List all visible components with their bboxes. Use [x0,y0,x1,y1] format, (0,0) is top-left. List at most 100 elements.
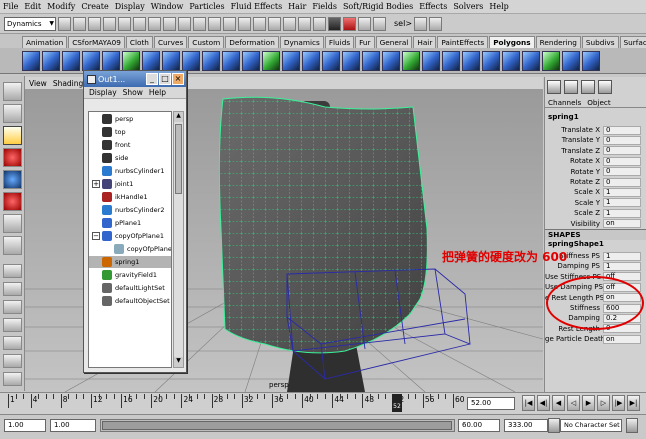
scale-tool-icon[interactable] [3,192,22,211]
mask-icon[interactable] [238,16,251,31]
scroll-up-icon[interactable]: ▲ [174,112,183,122]
outliner-item[interactable]: defaultObjectSet [89,295,171,307]
shelf-tab-polygons[interactable]: Polygons [489,36,535,48]
channel-value-field[interactable]: 0 [603,125,641,135]
outliner-layout-icon[interactable] [3,318,22,332]
render-layout-icon[interactable] [3,372,22,386]
outliner-item[interactable]: spring1 [89,256,171,268]
move-tool-icon[interactable] [3,148,22,167]
channel-value-field[interactable]: 1 [603,198,641,208]
channel-row[interactable]: Scale Z1 [545,208,646,218]
channel-value-field[interactable]: 1 [603,187,641,197]
channel-row[interactable]: Rotate X0 [545,156,646,166]
outliner-item[interactable]: nurbsCylinder2 [89,204,171,216]
channel-value-field[interactable]: 0 [603,177,641,187]
time-ticks[interactable]: 14812162024283236404448525660 [8,393,465,413]
four-view-layout-icon[interactable] [3,282,22,296]
shelf-tool-icon[interactable] [402,50,420,71]
expand-toggle-icon[interactable]: + [92,180,100,188]
select-tool-icon[interactable] [3,82,22,101]
menu-hair[interactable]: Hair [285,2,309,11]
menu-fields[interactable]: Fields [309,2,340,11]
shelf-tab-subdivs[interactable]: Subdivs [581,36,619,48]
save-scene-icon[interactable] [88,16,101,31]
manipulator-tool-icon[interactable] [3,214,22,233]
menu-fluid-effects[interactable]: Fluid Effects [228,2,286,11]
menu-effects[interactable]: Effects [416,2,450,11]
shelf-tool-icon[interactable] [142,50,160,71]
snap-curve-icon[interactable] [268,16,281,31]
snap-grid-icon[interactable] [253,16,266,31]
shelf-tab-custom[interactable]: Custom [188,36,225,48]
scroll-down-icon[interactable]: ▼ [174,357,183,367]
shelf-tab-rendering[interactable]: Rendering [535,36,581,48]
outliner-item[interactable]: copyOfpPlane [89,243,171,255]
outliner-item[interactable]: pPlane1 [89,217,171,229]
render-settings-icon[interactable] [358,16,371,31]
shelf-tab-general[interactable]: General [375,36,413,48]
menu-solvers[interactable]: Solvers [450,2,486,11]
graph-layout-icon[interactable] [3,336,22,350]
outliner-item[interactable]: ikHandle1 [89,191,171,203]
shelf-tool-icon[interactable] [522,50,540,71]
playback-end-field[interactable]: 60.00 [458,419,500,432]
last-tool-icon[interactable] [3,236,22,255]
hypergraph-layout-icon[interactable] [3,354,22,368]
paint-select-tool-icon[interactable] [3,126,22,145]
outliner-menu-display[interactable]: Display [89,88,117,97]
step-back-frame-icon[interactable]: ◀ [552,395,565,411]
channel-value-field[interactable]: on [603,334,641,344]
outliner-item[interactable]: defaultLightSet [89,282,171,294]
shelf-tool-icon[interactable] [562,50,580,71]
outliner-item[interactable]: − copyOfpPlane1 [89,230,171,242]
select-object-icon[interactable] [118,16,131,31]
channel-row[interactable]: Rotate Y0 [545,167,646,177]
time-slider[interactable]: 14812162024283236404448525660 52 52.00 |… [0,392,646,414]
open-scene-icon[interactable] [73,16,86,31]
shelf-tab-surfaces[interactable]: Surfaces [619,36,646,48]
channel-row[interactable]: ge Particle Death on [545,334,646,344]
shelf-tab-animation[interactable]: Animation [22,36,68,48]
menu-set-select[interactable]: Dynamics [4,16,56,31]
outliner-item[interactable]: nurbsCylinder1 [89,165,171,177]
shelf-tool-icon[interactable] [322,50,340,71]
channel-value-field[interactable]: 0 [603,135,641,145]
shelf-tab-csformaya09[interactable]: CSforMAYA09 [68,36,125,48]
attribute-editor-icon[interactable] [581,80,595,94]
outliner-menu-help[interactable]: Help [149,88,166,97]
layer-editor-icon[interactable] [564,80,578,94]
shelf-tool-icon[interactable] [582,50,600,71]
outliner-item[interactable]: gravityField1 [89,269,171,281]
shelf-tool-icon[interactable] [382,50,400,71]
snap-surface-icon[interactable] [298,16,311,31]
input-field-icon[interactable] [429,16,443,31]
channel-value-field[interactable]: 1 [603,251,641,261]
minimize-button[interactable]: _ [146,73,158,85]
character-set-select[interactable]: No Character Set [560,419,622,432]
shelf-tool-icon[interactable] [442,50,460,71]
go-to-end-icon[interactable]: ▶| [627,395,640,411]
shelf-tool-icon[interactable] [482,50,500,71]
outliner-item[interactable]: side [89,152,171,164]
channel-row[interactable]: Translate Y0 [545,135,646,145]
mask-icon[interactable] [193,16,206,31]
channel-box-menu-channels[interactable]: Channels [548,98,581,107]
shelf-tool-icon[interactable] [82,50,100,71]
ipr-render-icon[interactable] [343,16,356,31]
mask-icon[interactable] [208,16,221,31]
scroll-thumb[interactable] [175,124,182,194]
shelf-tool-icon[interactable] [122,50,140,71]
current-time-field[interactable]: 52.00 [467,397,515,410]
render-icon[interactable] [328,16,341,31]
shelf-tab-deformation[interactable]: Deformation [225,36,279,48]
shelf-tool-icon[interactable] [202,50,220,71]
go-to-start-icon[interactable]: |◀ [522,395,535,411]
shelf-tab-curves[interactable]: Curves [153,36,188,48]
shelf-tool-icon[interactable] [262,50,280,71]
menu-edit[interactable]: Edit [21,2,44,11]
maximize-button[interactable]: □ [159,73,171,85]
viewport-menu-shading[interactable]: Shading [53,79,83,88]
shelf-tool-icon[interactable] [22,50,40,71]
step-forward-key-icon[interactable]: |▶ [612,395,625,411]
shelf-tab-hair[interactable]: Hair [413,36,437,48]
